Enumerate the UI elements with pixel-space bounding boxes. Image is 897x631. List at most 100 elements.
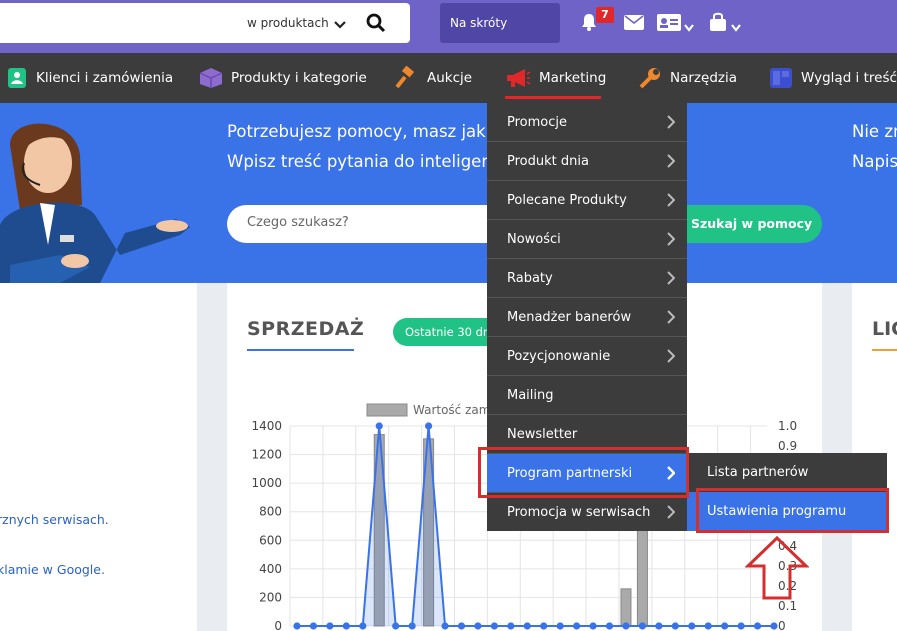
product-search-box[interactable]: w produktach — [0, 3, 410, 43]
menu-item-new-products[interactable]: Nowości — [487, 220, 687, 259]
marketplaces-link[interactable]: rznych serwisach. — [0, 512, 109, 527]
top-bar: w produktach Na skróty 7 — [0, 0, 897, 53]
line-point — [753, 622, 762, 630]
hero-heading-line1: Potrzebujesz pomocy, masz jakieś p — [227, 122, 525, 141]
nav-active-indicator — [505, 96, 601, 99]
chevron-right-icon — [667, 193, 676, 211]
line-point — [408, 622, 416, 630]
submenu-item-partner-list[interactable]: Lista partnerów — [687, 453, 887, 492]
submenu-item-program-settings[interactable]: Ustawienia programu — [687, 492, 887, 531]
y-left-tick-label: 0 — [274, 619, 282, 631]
data-bar — [620, 588, 632, 627]
nav-item-products-categories[interactable]: Produkty i kategorie — [199, 53, 367, 103]
line-point — [770, 622, 778, 630]
y-left-tick-label: 200 — [259, 590, 282, 604]
y-left-tick-label: 1400 — [251, 419, 282, 433]
menu-item-partner-program[interactable]: Program partnerski — [487, 454, 687, 493]
line-point — [359, 622, 367, 630]
nav-item-tools[interactable]: Narzędzia — [638, 53, 737, 103]
menu-item-marketplace-promotion[interactable]: Promocja w serwisach — [487, 493, 687, 532]
search-scope-label[interactable]: w produktach — [247, 16, 329, 30]
menu-item-newsletter[interactable]: Newsletter — [487, 415, 687, 454]
menu-item-promotions[interactable]: Promocje — [487, 103, 687, 142]
line-point — [573, 622, 581, 630]
line-point — [457, 622, 466, 630]
line-point — [671, 622, 679, 630]
support-agent-image — [0, 123, 190, 283]
line-point — [540, 622, 548, 630]
line-point — [507, 622, 515, 630]
line-point — [309, 622, 318, 630]
search-icon[interactable] — [366, 13, 386, 37]
help-search-button[interactable]: Szukaj w pomocy — [672, 205, 822, 243]
menu-item-label: Newsletter — [507, 427, 578, 442]
menu-item-label: Produkt dnia — [507, 154, 589, 169]
chevron-down-icon[interactable] — [731, 17, 741, 36]
menu-item-recommended-products[interactable]: Polecane Produkty — [487, 181, 687, 220]
nav-item-label: Produkty i kategorie — [231, 70, 367, 86]
y-right-tick-label: 0.9 — [778, 439, 797, 453]
line-point — [490, 622, 498, 630]
megaphone-icon — [505, 67, 531, 89]
line-point — [474, 622, 482, 630]
chevron-right-icon — [667, 310, 676, 328]
nav-item-label: Marketing — [539, 70, 607, 86]
nav-item-appearance-content[interactable]: Wygląd i treść — [769, 53, 897, 103]
envelope-icon[interactable] — [624, 15, 644, 34]
arrow-up-icon — [745, 535, 809, 600]
y-axis-left: 1400 1200 1000 800 600 400 200 0 — [251, 419, 282, 631]
hero-right-heading-line2: Napisz — [852, 152, 897, 171]
chevron-down-icon[interactable] — [334, 15, 346, 34]
sales-title: SPRZEDAŻ — [247, 318, 365, 340]
menu-item-label: Menadżer banerów — [507, 310, 632, 325]
menu-item-banner-manager[interactable]: Menadżer banerów — [487, 298, 687, 337]
line-point — [655, 622, 663, 630]
legend-label: Wartość zamó — [413, 403, 498, 417]
line-point — [688, 622, 696, 630]
shopping-bag-icon[interactable] — [708, 12, 728, 36]
line-point — [375, 422, 383, 430]
line-point — [556, 622, 564, 630]
menu-item-product-of-day[interactable]: Produkt dnia — [487, 142, 687, 181]
menu-item-label: Promocja w serwisach — [507, 505, 651, 520]
y-right-tick-label: 0 — [778, 619, 786, 631]
menu-item-label: Pozycjonowanie — [507, 349, 611, 364]
menu-item-mailing[interactable]: Mailing — [487, 376, 687, 415]
line-point — [638, 622, 647, 630]
menu-item-label: Mailing — [507, 388, 554, 403]
partner-program-submenu: Lista partnerów Ustawienia programu — [687, 453, 887, 531]
y-left-tick-label: 1000 — [251, 476, 282, 490]
help-hero-banner: Potrzebujesz pomocy, masz jakieś p Wpisz… — [0, 103, 897, 283]
menu-item-label: Promocje — [507, 115, 567, 130]
hero-right-heading-line1: Nie zn — [852, 122, 897, 141]
marketing-dropdown-menu: Promocje Produkt dnia Polecane Produkty … — [487, 103, 687, 531]
y-left-tick-label: 800 — [259, 505, 282, 519]
line-point — [605, 622, 614, 630]
y-left-tick-label: 1200 — [251, 448, 282, 462]
hero-heading-line2: Wpisz treść pytania do inteligentne — [227, 152, 519, 171]
line-point — [737, 622, 745, 630]
menu-item-discounts[interactable]: Rabaty — [487, 259, 687, 298]
line-point — [622, 622, 630, 630]
line-point — [704, 622, 712, 630]
y-right-tick-label: 1.0 — [778, 419, 797, 433]
y-right-tick-label: 0.1 — [778, 599, 797, 613]
menu-item-seo[interactable]: Pozycjonowanie — [487, 337, 687, 376]
layout-icon — [769, 67, 793, 89]
y-left-tick-label: 400 — [259, 562, 282, 576]
wrench-icon — [638, 66, 662, 90]
menu-item-label: Rabaty — [507, 271, 553, 286]
shortcuts-button[interactable]: Na skróty — [440, 3, 560, 43]
sales-title-underline — [247, 349, 354, 351]
gavel-icon — [395, 66, 419, 90]
notification-count-badge: 7 — [596, 7, 614, 23]
chevron-right-icon — [667, 232, 676, 250]
nav-item-auctions[interactable]: Aukcje — [395, 53, 472, 103]
nav-item-customers-orders[interactable]: Klienci i zamówienia — [6, 53, 173, 103]
google-ads-link[interactable]: klamie w Google. — [0, 562, 105, 577]
nav-item-label: Wygląd i treść — [801, 70, 897, 86]
chevron-right-icon — [667, 349, 676, 367]
left-info-card: rznych serwisach. klamie w Google. — [0, 283, 197, 631]
id-card-icon[interactable] — [657, 14, 681, 35]
chevron-down-icon[interactable] — [684, 17, 694, 36]
